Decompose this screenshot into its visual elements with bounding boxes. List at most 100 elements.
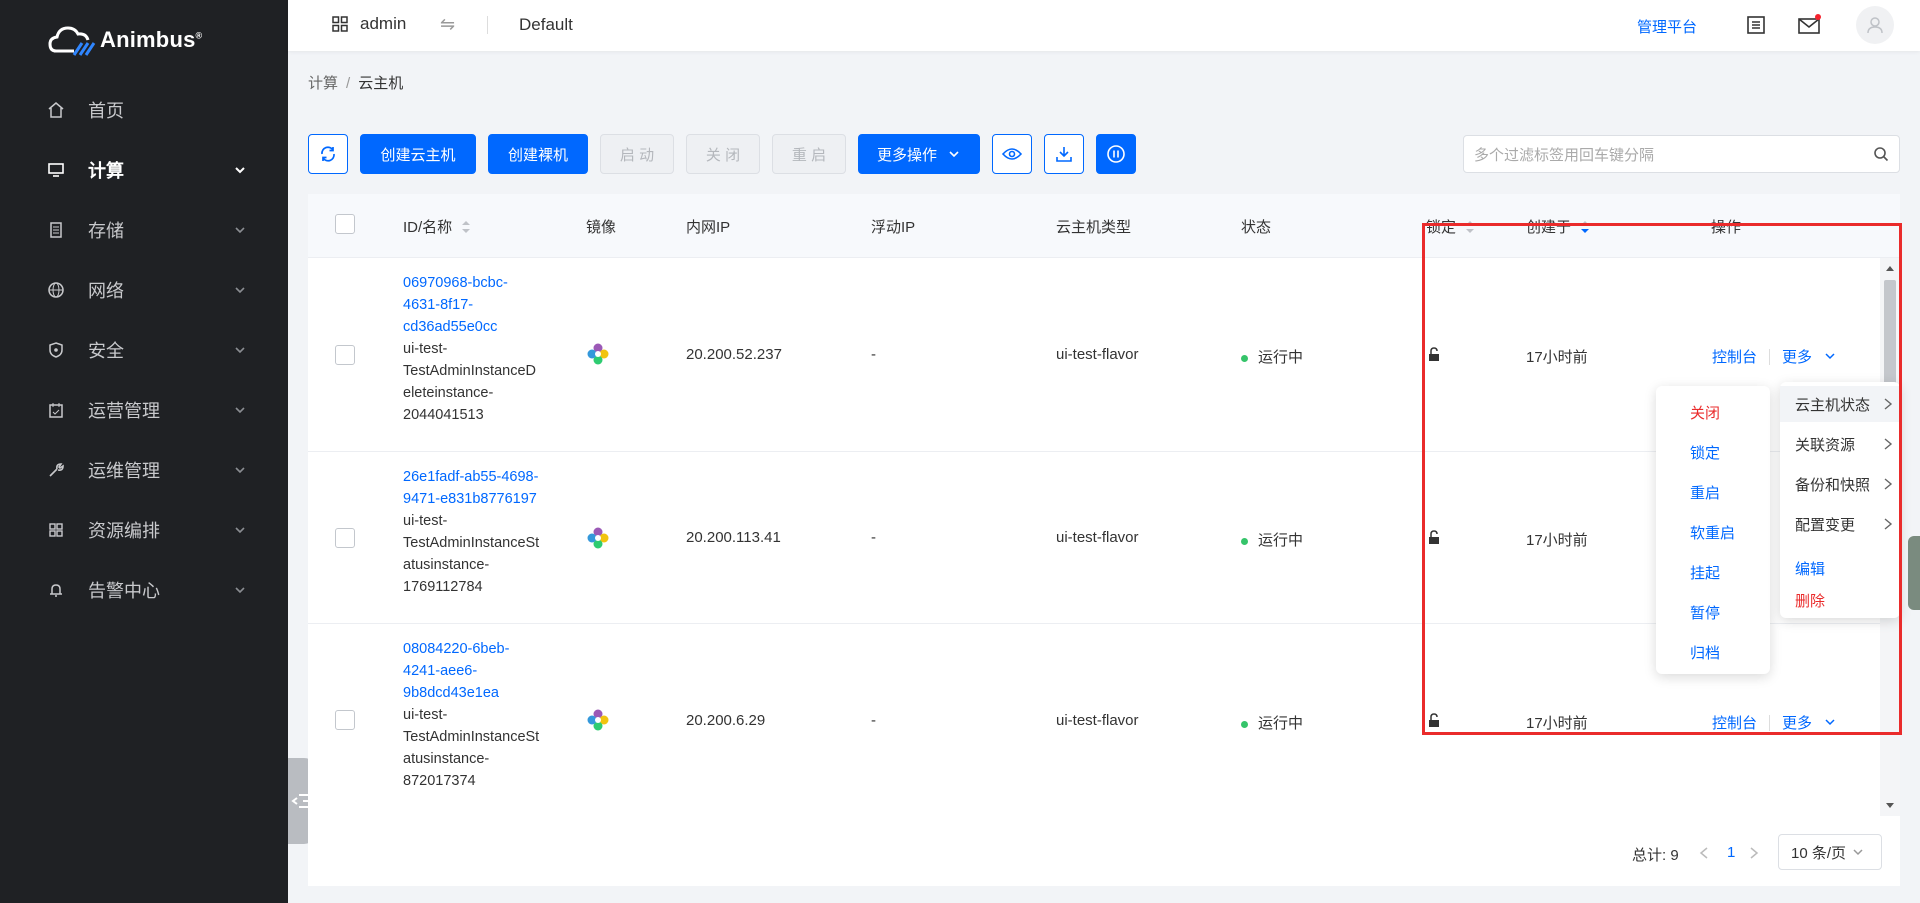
globe-icon	[46, 280, 66, 300]
pagination: 总计: 9 1 10 条/页	[308, 834, 1900, 886]
create-baremetal-button[interactable]: 创建裸机	[488, 134, 588, 174]
instance-id-link[interactable]: 08084220-6beb- 4241-aee6- 9b8dcd43e1ea	[403, 638, 539, 704]
breadcrumb-separator: /	[346, 75, 351, 92]
stop-button[interactable]: 关 闭	[686, 134, 760, 174]
row-checkbox[interactable]	[335, 528, 355, 548]
breadcrumb-parent[interactable]: 计算	[308, 75, 338, 92]
sidebar-item-maintenance[interactable]: 运维管理	[0, 440, 288, 500]
row-checkbox[interactable]	[335, 710, 355, 730]
sidebar-item-operations[interactable]: 运营管理	[0, 380, 288, 440]
os-image-icon	[586, 708, 610, 736]
status-badge: 运行中	[1241, 346, 1303, 367]
wrench-icon	[46, 460, 66, 480]
search-icon[interactable]	[1873, 146, 1889, 162]
sidebar-item-label: 资源编排	[88, 521, 160, 541]
more-operations-button[interactable]: 更多操作	[858, 134, 980, 174]
running-dot	[1241, 354, 1248, 362]
sidebar-item-compute[interactable]: 计算	[0, 140, 288, 200]
toolbar: 创建云主机 创建裸机 启 动 关 闭 重 启 更多操作	[308, 134, 1148, 174]
sidebar-item-label: 网络	[88, 281, 124, 301]
view-columns-button[interactable]	[992, 134, 1032, 174]
instance-id-link[interactable]: 26e1fadf-ab55-4698- 9471-e831b8776197	[403, 466, 539, 510]
project-name: admin	[360, 14, 407, 33]
user-avatar[interactable]	[1856, 6, 1894, 44]
instance-id-link[interactable]: 06970968-bcbc- 4631-8f17- cd36ad55e0cc	[403, 272, 536, 338]
sidebar-item-network[interactable]: 网络	[0, 260, 288, 320]
instance-name-line: TestAdminInstanceD	[403, 363, 536, 379]
pause-refresh-button[interactable]	[1096, 134, 1136, 174]
page-size-select[interactable]: 10 条/页	[1778, 834, 1882, 870]
running-dot	[1241, 537, 1248, 545]
sidebar-nav: 首页 计算 存储 网络 安全 运营管理 运维管理 资源编排 告警中心	[0, 80, 288, 620]
storage-icon	[46, 220, 66, 240]
user-icon	[1867, 17, 1883, 34]
refresh-button[interactable]	[308, 134, 348, 174]
select-all-checkbox[interactable]	[335, 214, 355, 234]
instance-name-line: 872017374	[403, 773, 476, 789]
bell-icon	[46, 580, 66, 600]
running-dot	[1241, 720, 1248, 728]
status-badge: 运行中	[1241, 712, 1303, 733]
sidebar-item-orchestration[interactable]: 资源编排	[0, 500, 288, 560]
restart-button[interactable]: 重 启	[772, 134, 846, 174]
start-button[interactable]: 启 动	[600, 134, 674, 174]
os-image-icon	[586, 342, 610, 370]
os-image-icon	[586, 526, 610, 554]
chevron-down-icon	[235, 467, 245, 474]
sort-icon[interactable]	[460, 219, 472, 235]
chevron-down-icon	[235, 287, 245, 294]
sidebar-item-label: 运营管理	[88, 401, 160, 421]
instance-name-line: ui-test-	[403, 707, 448, 723]
apps-grid-icon	[332, 16, 348, 32]
sidebar-item-label: 计算	[88, 161, 124, 181]
floating-ip: -	[871, 346, 876, 363]
column-private-ip: 内网IP	[686, 219, 731, 236]
domain-name[interactable]: Default	[519, 15, 573, 35]
page-size-value: 10 条/页	[1791, 844, 1847, 862]
mail-icon[interactable]	[1796, 12, 1822, 38]
sidebar-item-alerts[interactable]: 告警中心	[0, 560, 288, 620]
header-divider	[487, 16, 488, 34]
highlight-box	[1422, 223, 1902, 735]
project-switcher[interactable]: admin	[332, 14, 406, 34]
download-button[interactable]	[1044, 134, 1084, 174]
grid-icon	[46, 520, 66, 540]
status-badge: 运行中	[1241, 529, 1303, 550]
filter-search-input[interactable]: 多个过滤标签用回车键分隔	[1463, 135, 1900, 173]
column-id-name[interactable]: ID/名称	[403, 216, 472, 237]
instance-id-name: 08084220-6beb- 4241-aee6- 9b8dcd43e1ea ui-…	[403, 638, 539, 792]
download-icon	[1056, 147, 1072, 162]
admin-platform-link[interactable]: 管理平台	[1637, 16, 1697, 37]
floating-ip: -	[871, 712, 876, 729]
create-vm-button[interactable]: 创建云主机	[360, 134, 476, 174]
swap-icon[interactable]: ⇋	[440, 14, 455, 35]
private-ip: 20.200.6.29	[686, 712, 766, 729]
eye-icon	[1002, 148, 1022, 160]
sidebar-item-label: 安全	[88, 341, 124, 361]
prev-page-icon[interactable]	[1698, 846, 1710, 860]
more-operations-label: 更多操作	[876, 146, 937, 164]
sidebar-item-storage[interactable]: 存储	[0, 200, 288, 260]
scroll-down-icon[interactable]	[1880, 800, 1900, 812]
brand-logo[interactable]: Animbus®	[48, 22, 202, 58]
private-ip: 20.200.113.41	[686, 529, 781, 546]
monitor-icon	[46, 160, 66, 180]
chevron-down-icon	[235, 167, 245, 174]
instance-name-line: ui-test-	[403, 513, 448, 529]
row-checkbox[interactable]	[335, 345, 355, 365]
column-flavor: 云主机类型	[1056, 219, 1132, 236]
instance-name-line: atusinstance-	[403, 557, 490, 573]
breadcrumb-current: 云主机	[358, 75, 404, 92]
document-icon[interactable]	[1743, 12, 1769, 38]
floating-side-widget[interactable]	[1908, 536, 1920, 610]
sidebar-item-home[interactable]: 首页	[0, 80, 288, 140]
instance-name-line: atusinstance-	[403, 751, 490, 767]
sidebar-item-security[interactable]: 安全	[0, 320, 288, 380]
page-number[interactable]: 1	[1727, 844, 1735, 861]
sidebar: Animbus® 首页 计算 存储 网络 安全 运营管理 运维管理 资源编排 告…	[0, 0, 288, 903]
instance-id-name: 06970968-bcbc- 4631-8f17- cd36ad55e0cc ui-…	[403, 272, 536, 426]
refresh-icon	[321, 146, 335, 162]
search-placeholder: 多个过滤标签用回车键分隔	[1474, 146, 1655, 164]
next-page-icon[interactable]	[1748, 846, 1760, 860]
instance-name-line: 1769112784	[403, 579, 483, 595]
